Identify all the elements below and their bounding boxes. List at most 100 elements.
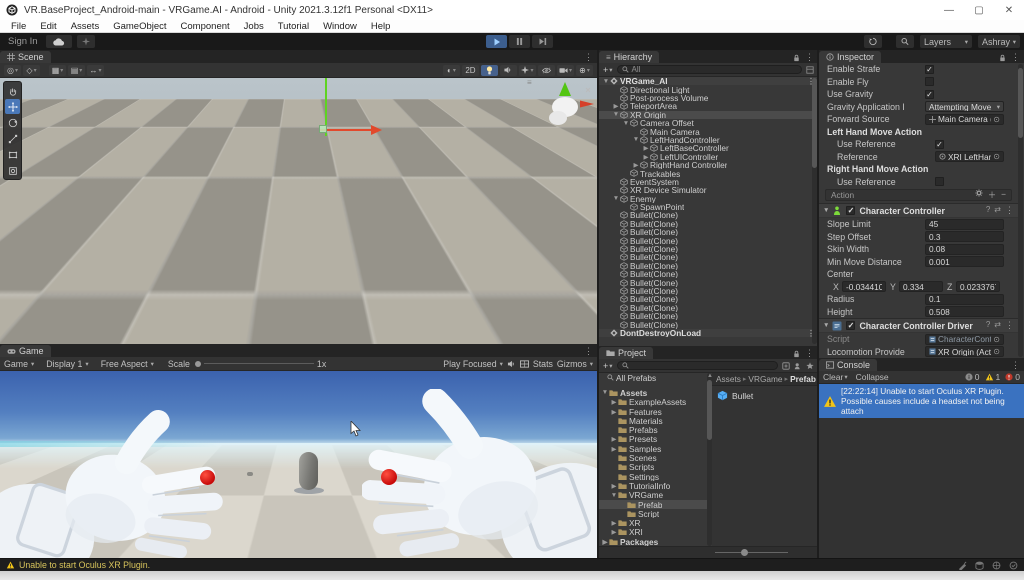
hierarchy-item[interactable]: Main Camera bbox=[599, 127, 818, 135]
menu-edit[interactable]: Edit bbox=[33, 21, 63, 32]
object-picker-icon[interactable]: ⊙ bbox=[993, 335, 1000, 344]
component-header[interactable]: ▼✓Character Controller Driver?⇄⋮ bbox=[819, 318, 1018, 333]
tab-inspector[interactable]: Inspector bbox=[819, 51, 881, 63]
project-folder-item[interactable]: ▼VRGame bbox=[599, 491, 707, 500]
project-folder-item[interactable]: Script bbox=[599, 509, 707, 518]
remove-icon[interactable]: − bbox=[1001, 189, 1006, 201]
overlay-menu-icon[interactable]: ≡ bbox=[527, 78, 532, 87]
hierarchy-item[interactable]: ▼Enemy bbox=[599, 194, 818, 202]
project-folder-item[interactable]: ▶Packages bbox=[599, 537, 707, 546]
menu-assets[interactable]: Assets bbox=[64, 21, 107, 32]
project-folder-item[interactable]: ▶Presets bbox=[599, 435, 707, 444]
undo-history-button[interactable] bbox=[864, 35, 882, 48]
rotate-tool[interactable] bbox=[5, 115, 20, 130]
project-folder-item[interactable]: ▶XR bbox=[599, 518, 707, 527]
expanded-arrow-icon[interactable]: ▼ bbox=[823, 207, 829, 214]
collapsed-arrow-icon[interactable]: ▶ bbox=[632, 161, 640, 169]
auto-lightbake-icon[interactable] bbox=[992, 561, 1001, 570]
project-folder-item[interactable]: Prefab bbox=[599, 500, 707, 509]
2d-toggle-button[interactable]: 2D bbox=[462, 65, 479, 76]
hierarchy-item[interactable]: DontDestroyOnLoad⋮ bbox=[599, 329, 818, 337]
hierarchy-item[interactable]: ▼LeftHandController bbox=[599, 136, 818, 144]
game-menu-icon[interactable]: ⋮ bbox=[584, 346, 593, 357]
hierarchy-item[interactable]: Bullet(Clone) bbox=[599, 228, 818, 236]
project-folder-item[interactable]: ▶Features bbox=[599, 407, 707, 416]
search-by-label-icon[interactable] bbox=[794, 362, 802, 370]
menu-tutorial[interactable]: Tutorial bbox=[271, 21, 316, 32]
tab-console[interactable]: Console bbox=[819, 359, 877, 371]
menu-gameobject[interactable]: GameObject bbox=[106, 21, 173, 32]
hierarchy-item[interactable]: Directional Light bbox=[599, 85, 818, 93]
scale-tool[interactable] bbox=[5, 131, 20, 146]
project-asset-item[interactable]: Bullet bbox=[717, 390, 813, 401]
scale-slider-track[interactable] bbox=[204, 363, 314, 364]
checkbox[interactable] bbox=[925, 77, 934, 86]
axis-value-field[interactable]: 0.334 bbox=[899, 281, 943, 292]
search-button[interactable] bbox=[896, 35, 914, 48]
checkbox[interactable] bbox=[935, 177, 944, 186]
snap-move-button[interactable]: ↔▾ bbox=[87, 65, 104, 76]
collapsed-arrow-icon[interactable]: ▶ bbox=[612, 102, 620, 110]
text-field[interactable]: 0.508 bbox=[925, 306, 1004, 317]
collapsed-arrow-icon[interactable]: ▶ bbox=[610, 528, 618, 536]
collapsed-arrow-icon[interactable]: ▶ bbox=[601, 538, 609, 546]
console-clear-button[interactable]: Clear▾ bbox=[823, 372, 848, 382]
collapsed-arrow-icon[interactable]: ▶ bbox=[610, 408, 618, 416]
project-add-button[interactable]: +▾ bbox=[603, 361, 613, 371]
scale-slider-thumb[interactable] bbox=[195, 361, 201, 367]
hierarchy-item[interactable]: Bullet(Clone) bbox=[599, 245, 818, 253]
shading-mode-button[interactable]: ◐▾ bbox=[443, 65, 460, 76]
hierarchy-item[interactable]: ▶TeleportArea bbox=[599, 102, 818, 110]
sign-in-button[interactable]: Sign In bbox=[8, 36, 38, 47]
stats-toggle[interactable]: Stats bbox=[533, 359, 553, 369]
expanded-arrow-icon[interactable]: ▼ bbox=[612, 111, 620, 118]
component-enabled-checkbox[interactable]: ✓ bbox=[846, 206, 855, 215]
step-button[interactable] bbox=[532, 35, 553, 48]
hierarchy-item[interactable]: Bullet(Clone) bbox=[599, 312, 818, 320]
menu-file[interactable]: File bbox=[4, 21, 33, 32]
status-bar[interactable]: Unable to start Oculus XR Plugin. bbox=[0, 558, 1024, 571]
checkbox[interactable]: ✓ bbox=[925, 90, 934, 99]
search-by-type-icon[interactable] bbox=[782, 362, 790, 370]
tool-handle-orientation-button[interactable]: ◇▾ bbox=[23, 65, 40, 76]
hierarchy-item[interactable]: SpawnPoint bbox=[599, 203, 818, 211]
expanded-arrow-icon[interactable]: ▼ bbox=[602, 78, 610, 85]
console-info-count[interactable]: 0 bbox=[965, 372, 980, 382]
console-warning-count[interactable]: 1 bbox=[985, 372, 1001, 382]
project-folder-item[interactable]: Scripts bbox=[599, 463, 707, 472]
scene-lighting-toggle[interactable] bbox=[481, 65, 498, 76]
help-icon[interactable]: ? bbox=[986, 320, 990, 331]
object-field[interactable]: XR Origin (Action Based C⊙ bbox=[925, 346, 1004, 357]
expanded-arrow-icon[interactable]: ▼ bbox=[612, 195, 620, 202]
enum-dropdown[interactable]: Attempting Move▾ bbox=[925, 101, 1004, 112]
hierarchy-item[interactable]: Bullet(Clone) bbox=[599, 320, 818, 328]
project-zoom-slider[interactable] bbox=[715, 549, 788, 556]
collapsed-arrow-icon[interactable]: ▶ bbox=[642, 153, 650, 161]
hierarchy-item[interactable]: Bullet(Clone) bbox=[599, 220, 818, 228]
collapsed-arrow-icon[interactable]: ▶ bbox=[610, 519, 618, 527]
hierarchy-item[interactable]: Bullet(Clone) bbox=[599, 295, 818, 303]
gear-icon[interactable] bbox=[975, 189, 983, 197]
game-viewport[interactable] bbox=[0, 371, 597, 558]
tab-hierarchy[interactable]: ≡ Hierarchy bbox=[599, 51, 659, 63]
text-field[interactable]: 45 bbox=[925, 219, 1004, 230]
project-search-input[interactable] bbox=[617, 361, 778, 370]
object-picker-icon[interactable]: ⊙ bbox=[993, 347, 1000, 356]
project-folder-item[interactable]: Scenes bbox=[599, 453, 707, 462]
presets-icon[interactable]: ⇄ bbox=[994, 320, 1001, 331]
expanded-arrow-icon[interactable]: ▼ bbox=[622, 120, 630, 127]
scene-menu-icon[interactable]: ⋮ bbox=[584, 52, 593, 63]
hierarchy-item[interactable]: Trackables bbox=[599, 169, 818, 177]
tab-game[interactable]: Game bbox=[0, 345, 51, 357]
game-gizmos-dropdown[interactable]: Gizmos▾ bbox=[557, 359, 593, 369]
hierarchy-add-button[interactable]: +▾ bbox=[603, 65, 613, 75]
expanded-arrow-icon[interactable]: ▼ bbox=[601, 389, 609, 396]
menu-window[interactable]: Window bbox=[316, 21, 364, 32]
collapsed-arrow-icon[interactable]: ▶ bbox=[642, 144, 650, 152]
menu-jobs[interactable]: Jobs bbox=[237, 21, 271, 32]
hierarchy-item[interactable]: Bullet(Clone) bbox=[599, 262, 818, 270]
pause-button[interactable] bbox=[509, 35, 530, 48]
gizmos-dropdown-button[interactable]: ⊕▾ bbox=[576, 65, 593, 76]
activity-indicator-icon[interactable] bbox=[1009, 561, 1018, 570]
aspect-dropdown[interactable]: Free Aspect▾ bbox=[101, 359, 154, 369]
